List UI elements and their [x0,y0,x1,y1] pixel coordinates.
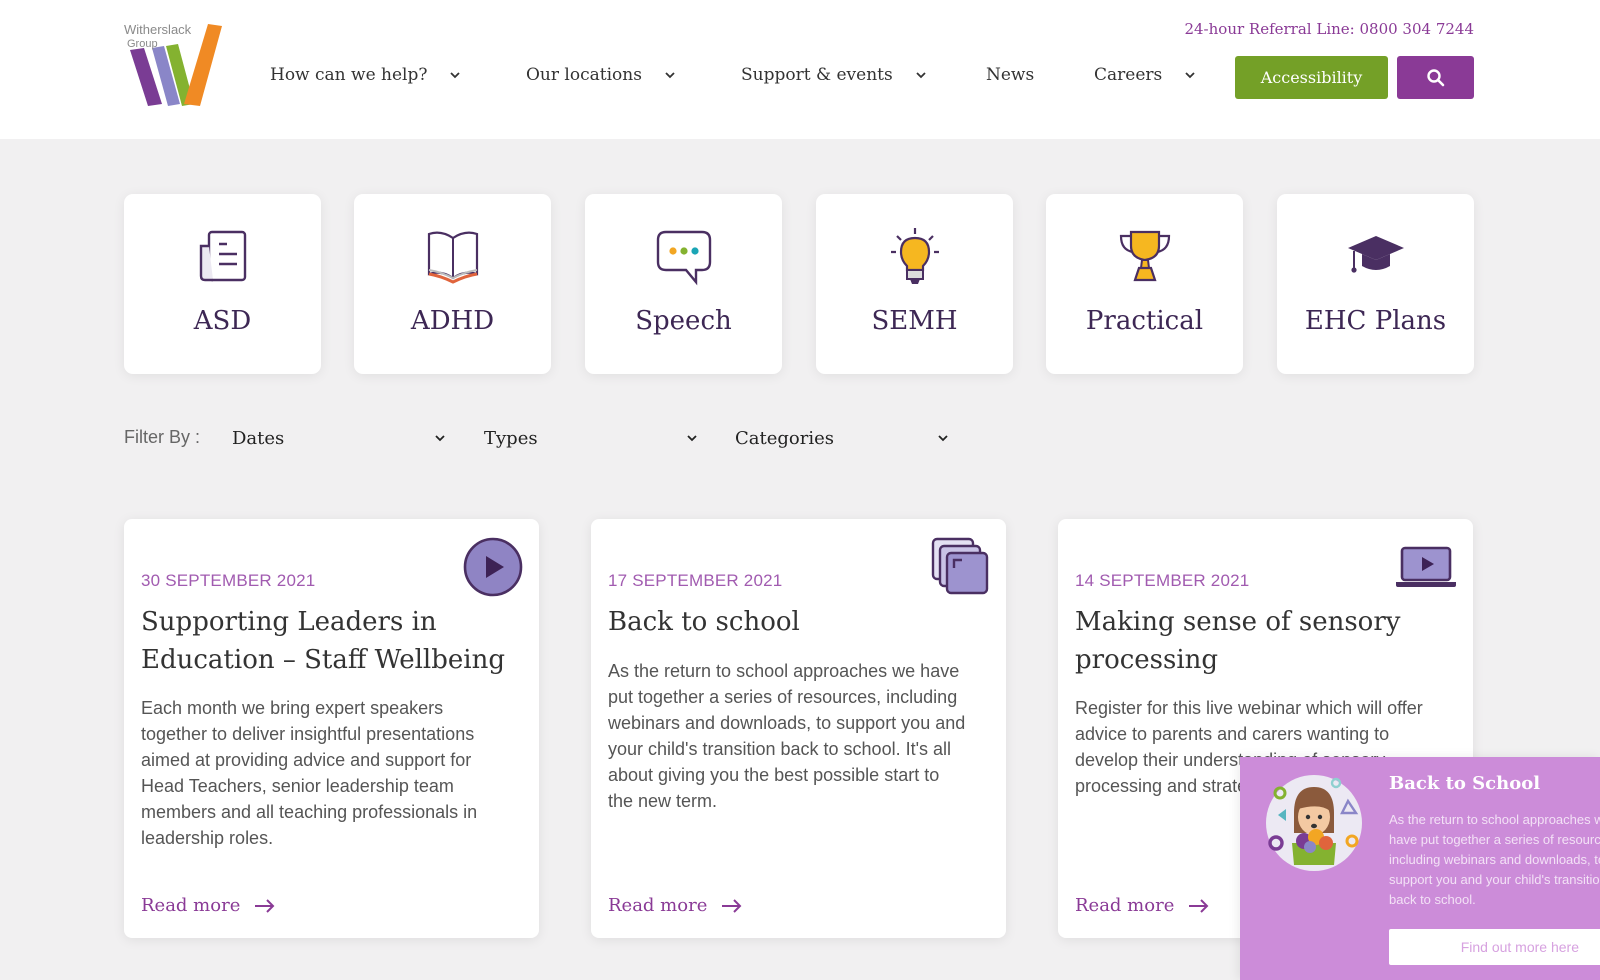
graduation-cap-icon [1347,236,1404,273]
event-title[interactable]: Supporting Leaders in Education – Staff … [141,603,511,679]
category-tile-ehc-plans[interactable]: EHC Plans [1277,194,1474,374]
filter-categories-select[interactable]: Categories [735,424,949,452]
nav-item-our-locations[interactable]: Our locations [526,60,676,90]
read-more-link[interactable]: Read more [608,895,743,916]
chevron-down-icon [938,435,948,442]
select-value: Types [484,427,538,449]
nav-item-support-events[interactable]: Support & events [741,60,927,90]
referral-line[interactable]: 24-hour Referral Line: 0800 304 7244 [1184,20,1474,38]
nav-label: How can we help? [270,65,428,85]
nav-label: Our locations [526,65,642,85]
play-circle-icon [463,537,523,597]
nav-label: Support & events [741,65,893,85]
event-description: Each month we bring expert speakers toge… [141,698,478,848]
arrow-right-icon [1189,898,1209,913]
event-title[interactable]: Back to school [608,603,978,641]
laptop-video-icon [1396,546,1456,587]
logo-line1: Witherslack [124,22,192,37]
chevron-down-icon [1185,72,1195,79]
read-more-label: Read more [1075,895,1175,916]
read-more-label: Read more [141,895,241,916]
nav-item-careers[interactable]: Careers [1094,60,1196,90]
category-label: ASD [193,306,252,336]
popup-line: have put together a series of resources, [1389,832,1600,847]
accessibility-button[interactable]: Accessibility [1235,56,1388,99]
search-button[interactable] [1397,56,1474,99]
chevron-down-icon [916,72,926,79]
event-date: 17 SEPTEMBER 2021 [608,571,783,590]
site-header: Witherslack Group How can we help? Our l… [0,0,1600,139]
category-label: EHC Plans [1304,306,1447,336]
select-value: Categories [735,427,834,449]
chevron-down-icon [450,72,461,79]
trophy-icon [1119,230,1170,282]
category-tile-adhd[interactable]: ADHD [354,194,551,374]
category-label: Practical [1085,306,1204,336]
filter-dates-select[interactable]: Dates [232,424,446,452]
nav-label: Careers [1094,65,1163,85]
speech-bubble-icon [656,230,711,286]
select-value: Dates [232,427,285,449]
category-tile-asd[interactable]: ASD [124,194,321,374]
category-tile-practical[interactable]: Practical [1046,194,1243,374]
nav-label: News [986,65,1035,85]
category-label: Speech [635,306,732,336]
popup-line: As the return to school approaches we [1389,812,1600,827]
chevron-down-icon [687,435,697,442]
category-label: ADHD [410,306,495,336]
read-more-link[interactable]: Read more [141,895,276,916]
witherslack-logo[interactable]: Witherslack Group [122,20,226,110]
filter-types-select[interactable]: Types [484,424,698,452]
nav-item-news[interactable]: News [986,60,1034,90]
event-card[interactable]: 17 SEPTEMBER 2021 Back to school As the … [591,519,1006,938]
document-icon [199,230,246,282]
event-title[interactable]: Making sense of sensory processing [1075,603,1445,679]
find-out-more-button[interactable]: Find out more here [1389,929,1600,965]
read-more-link[interactable]: Read more [1075,895,1210,916]
popup-description: As the return to school approaches we ha… [1389,810,1600,910]
event-card[interactable]: 30 SEPTEMBER 2021 Supporting Leaders in … [124,519,539,938]
filter-label: Filter By : [124,427,201,447]
logo-line2: Group [127,38,158,50]
category-label: SEMH [871,306,958,336]
chevron-down-icon [665,72,675,79]
event-description: As the return to school approaches we ha… [608,661,966,811]
popup-line: back to school. [1389,892,1476,907]
open-book-icon [427,231,478,284]
arrow-right-icon [255,898,275,913]
event-date: 30 SEPTEMBER 2021 [141,571,316,590]
child-illustration-icon [1266,775,1362,871]
search-icon [1426,68,1444,86]
category-tile-semh[interactable]: SEMH [816,194,1013,374]
back-to-school-popup: Back to School As the return to school a… [1240,757,1600,980]
event-date: 14 SEPTEMBER 2021 [1075,571,1250,590]
nav-item-how-can-we-help[interactable]: How can we help? [270,60,461,90]
arrow-right-icon [722,898,742,913]
stacked-pages-icon [931,537,989,595]
category-tile-speech[interactable]: Speech [585,194,782,374]
read-more-label: Read more [608,895,708,916]
popup-line: including webinars and downloads, to [1389,852,1600,867]
popup-title: Back to School [1389,773,1541,794]
chevron-down-icon [435,435,445,442]
popup-line: support you and your child's transition [1389,872,1600,887]
lightbulb-icon [890,228,939,284]
